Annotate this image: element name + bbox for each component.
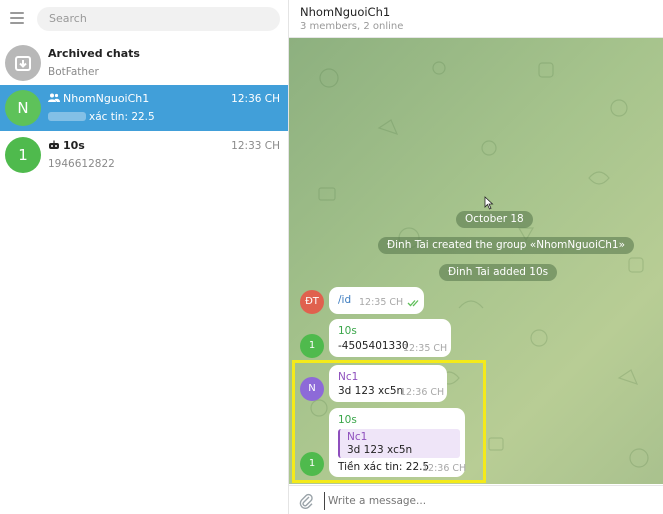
avatar[interactable]: 1 bbox=[300, 334, 324, 358]
chat-subtitle: xác tin: 22.5 bbox=[48, 111, 155, 123]
chat-item-10s[interactable]: 1 10s 1946612822 12:33 CH bbox=[0, 132, 288, 178]
chat-header[interactable]: NhomNguoiCh1 3 members, 2 online bbox=[289, 0, 663, 38]
sidebar: Search Archived chats BotFather N NhomNg… bbox=[0, 0, 289, 514]
read-checkmarks-icon bbox=[407, 300, 419, 307]
mouse-cursor-icon bbox=[484, 196, 494, 210]
bot-icon bbox=[49, 140, 59, 149]
hamburger-menu-icon[interactable] bbox=[10, 12, 24, 24]
message-text[interactable]: /id bbox=[338, 294, 351, 306]
compose-bar bbox=[289, 485, 663, 514]
service-message: Đinh Tai added 10s bbox=[439, 264, 558, 281]
message-bubble[interactable]: /id 12:35 CH bbox=[329, 287, 424, 314]
avatar: N bbox=[5, 90, 41, 126]
service-message: Đinh Tai created the group «NhomNguoiCh1… bbox=[378, 237, 634, 254]
chat-title: Archived chats bbox=[48, 47, 140, 60]
chat-time: 12:33 CH bbox=[231, 140, 280, 152]
group-icon bbox=[48, 93, 60, 102]
chat-item-archived[interactable]: Archived chats BotFather bbox=[0, 40, 288, 86]
chat-title-text: NhomNguoiCh1 bbox=[63, 92, 150, 105]
avatar[interactable]: ĐT bbox=[300, 290, 324, 314]
chat-title-text: 10s bbox=[63, 139, 85, 152]
message-input[interactable] bbox=[324, 492, 644, 510]
message-time: 12:35 CH bbox=[359, 297, 404, 308]
chat-title: 10s bbox=[48, 139, 85, 152]
message-text[interactable]: -4505401330 bbox=[338, 340, 409, 352]
date-separator: October 18 bbox=[456, 211, 533, 228]
chat-header-subtitle: 3 members, 2 online bbox=[300, 21, 404, 32]
chat-header-title: NhomNguoiCh1 bbox=[300, 5, 391, 19]
avatar: 1 bbox=[5, 137, 41, 173]
archive-icon bbox=[5, 45, 41, 81]
message-bubble[interactable]: 10s -4505401330 12:35 CH bbox=[329, 319, 451, 357]
paperclip-icon[interactable] bbox=[299, 493, 313, 509]
highlight-box bbox=[292, 360, 486, 483]
search-input[interactable]: Search bbox=[37, 7, 280, 31]
sidebar-topbar: Search bbox=[0, 0, 289, 38]
chat-subtitle: BotFather bbox=[48, 66, 99, 78]
chat-time: 12:36 CH bbox=[231, 93, 280, 105]
message-sender[interactable]: 10s bbox=[338, 325, 357, 337]
chat-subtitle-text: xác tin: 22.5 bbox=[89, 111, 155, 123]
chat-item-nhomnguoich1[interactable]: N NhomNguoiCh1 xác tin: 22.5 12:36 CH bbox=[0, 85, 288, 131]
chat-title: NhomNguoiCh1 bbox=[48, 92, 149, 105]
chat-subtitle: 1946612822 bbox=[48, 158, 115, 170]
message-time: 12:35 CH bbox=[403, 343, 448, 354]
